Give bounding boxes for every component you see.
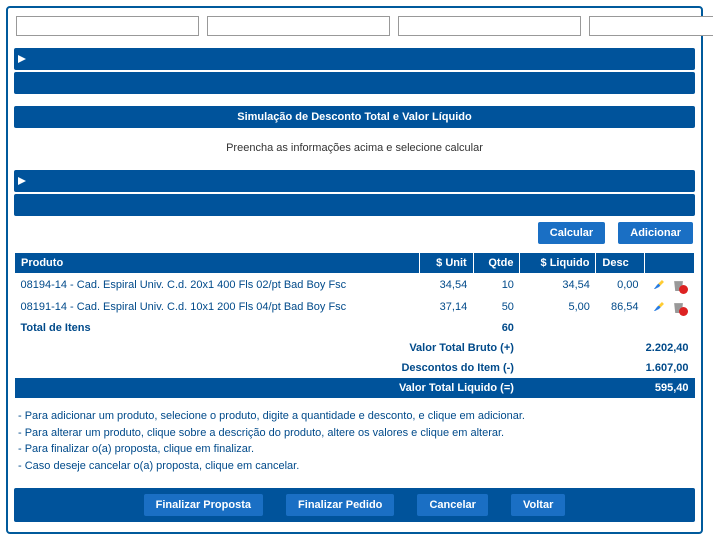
col-liquido: $ Liquido [520, 253, 596, 274]
instructions: - Para adicionar um produto, selecione o… [14, 398, 695, 488]
col-qtde: Qtde [473, 253, 520, 274]
cell-liquido: 5,00 [520, 296, 596, 318]
cell-desc: 86,54 [596, 296, 645, 318]
cell-produto[interactable]: 08194-14 - Cad. Espiral Univ. C.d. 20x1 … [15, 274, 420, 297]
main-frame: Simulação de Desconto Total e Valor Líqu… [6, 6, 703, 534]
summary-desc-label: Descontos do Item (-) [15, 358, 520, 378]
col-unit: $ Unit [420, 253, 473, 274]
calcular-button[interactable]: Calcular [538, 222, 605, 244]
voltar-button[interactable]: Voltar [511, 494, 565, 516]
cell-desc: 0,00 [596, 274, 645, 297]
edit-icon[interactable] [653, 278, 667, 292]
divider-strip [14, 170, 695, 192]
edit-icon[interactable] [653, 300, 667, 314]
note-line: - Caso deseje cancelar o(a) proposta, cl… [18, 458, 691, 475]
summary-liq-label: Valor Total Liquido (=) [15, 378, 520, 398]
total-itens-label: Total de Itens [15, 318, 420, 338]
summary-liq-value: 595,40 [520, 378, 695, 398]
note-line: - Para alterar um produto, clique sobre … [18, 425, 691, 442]
bottom-action-bar: Finalizar Proposta Finalizar Pedido Canc… [14, 488, 695, 522]
divider-strip [14, 72, 695, 94]
col-actions [645, 253, 695, 274]
cell-qtde: 50 [473, 296, 520, 318]
filter-input-3[interactable] [398, 16, 581, 36]
cell-unit: 37,14 [420, 296, 473, 318]
delete-icon[interactable] [672, 300, 686, 314]
divider-strip [14, 194, 695, 216]
cell-qtde: 10 [473, 274, 520, 297]
simulation-panel-title: Simulação de Desconto Total e Valor Líqu… [14, 106, 695, 128]
divider-strip [14, 48, 695, 70]
delete-icon[interactable] [672, 278, 686, 292]
items-table: Produto $ Unit Qtde $ Liquido Desc 08194… [14, 252, 695, 398]
simulation-panel-hint: Preencha as informações acima e selecion… [14, 128, 695, 168]
cell-produto[interactable]: 08191-14 - Cad. Espiral Univ. C.d. 10x1 … [15, 296, 420, 318]
filter-row [14, 12, 695, 46]
adicionar-button[interactable]: Adicionar [618, 222, 693, 244]
finalizar-proposta-button[interactable]: Finalizar Proposta [144, 494, 263, 516]
summary-bruto-label: Valor Total Bruto (+) [15, 338, 520, 358]
cell-unit: 34,54 [420, 274, 473, 297]
cancelar-button[interactable]: Cancelar [417, 494, 487, 516]
col-produto: Produto [15, 253, 420, 274]
filter-input-1[interactable] [16, 16, 199, 36]
filter-input-4[interactable] [589, 16, 713, 36]
cell-liquido: 34,54 [520, 274, 596, 297]
finalizar-pedido-button[interactable]: Finalizar Pedido [286, 494, 394, 516]
total-itens-value: 60 [473, 318, 520, 338]
note-line: - Para finalizar o(a) proposta, clique e… [18, 441, 691, 458]
col-desc: Desc [596, 253, 645, 274]
action-button-row: Calcular Adicionar [14, 218, 695, 248]
table-row: 08194-14 - Cad. Espiral Univ. C.d. 20x1 … [15, 274, 695, 297]
summary-bruto-value: 2.202,40 [520, 338, 695, 358]
filter-input-2[interactable] [207, 16, 390, 36]
table-row: 08191-14 - Cad. Espiral Univ. C.d. 10x1 … [15, 296, 695, 318]
summary-desc-value: 1.607,00 [520, 358, 695, 378]
note-line: - Para adicionar um produto, selecione o… [18, 408, 691, 425]
